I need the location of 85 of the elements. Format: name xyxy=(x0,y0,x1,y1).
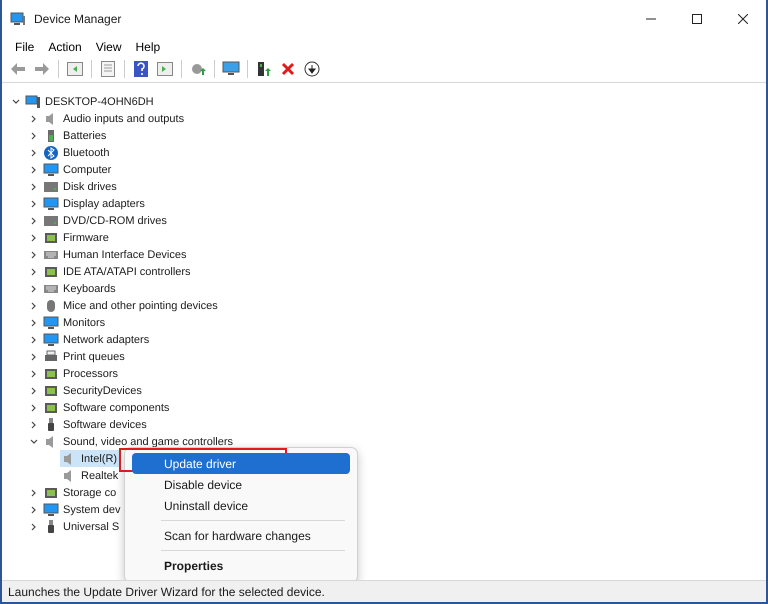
disable-button[interactable] xyxy=(302,59,322,79)
window-icon xyxy=(67,62,83,76)
chevron-right-icon[interactable] xyxy=(30,488,38,496)
context-menu-item[interactable]: Update driver xyxy=(132,453,350,474)
menu-item[interactable]: File xyxy=(8,38,42,56)
tree-item[interactable]: SecurityDevices xyxy=(42,382,145,399)
tree-item[interactable]: Display adapters xyxy=(42,195,148,212)
chevron-right-icon[interactable] xyxy=(30,506,38,514)
menu-item[interactable]: Help xyxy=(128,38,168,56)
help-button[interactable] xyxy=(131,59,151,79)
chevron-right-icon[interactable] xyxy=(30,132,38,140)
chevron-right-icon[interactable] xyxy=(30,216,38,224)
arrow-right-icon xyxy=(34,62,50,76)
device-upload-icon xyxy=(256,61,272,77)
tree-item[interactable]: Computer xyxy=(42,161,114,178)
context-menu-item[interactable]: Properties xyxy=(132,555,350,576)
chevron-down-icon[interactable] xyxy=(30,438,38,446)
tree-item[interactable]: Intel(R) xyxy=(60,450,120,467)
tree-item[interactable]: System dev xyxy=(42,501,124,518)
chevron-right-icon[interactable] xyxy=(30,166,38,174)
chevron-right-icon[interactable] xyxy=(30,386,38,394)
chevron-right-icon[interactable] xyxy=(30,302,38,310)
tree-item[interactable]: Batteries xyxy=(42,127,110,144)
close-icon xyxy=(281,62,295,76)
tree-item[interactable]: DESKTOP-4OHN6DH xyxy=(24,93,157,110)
tree-item[interactable]: Processors xyxy=(42,365,122,382)
tree-item[interactable]: Storage co xyxy=(42,484,120,501)
arrow-left-icon xyxy=(10,62,26,76)
toolbar-button[interactable] xyxy=(155,59,175,79)
context-menu-item[interactable]: Uninstall device xyxy=(132,495,350,516)
tree-item[interactable]: Human Interface Devices xyxy=(42,246,190,263)
tree-item[interactable]: DVD/CD-ROM drives xyxy=(42,212,170,229)
chevron-right-icon[interactable] xyxy=(30,284,38,292)
help-icon xyxy=(134,61,148,77)
chevron-right-icon[interactable] xyxy=(30,522,38,530)
chevron-right-icon[interactable] xyxy=(30,200,38,208)
computer-icon xyxy=(10,11,26,27)
context-menu-item[interactable]: Disable device xyxy=(132,474,350,495)
chevron-right-icon[interactable] xyxy=(30,234,38,242)
window-icon xyxy=(157,62,173,76)
down-arrow-circle-icon xyxy=(304,61,320,77)
chevron-right-icon[interactable] xyxy=(30,148,38,156)
tree-item[interactable]: Software components xyxy=(42,399,172,416)
tree-item[interactable]: Bluetooth xyxy=(42,144,112,161)
tree-item[interactable]: Keyboards xyxy=(42,280,119,297)
chevron-right-icon[interactable] xyxy=(30,420,38,428)
chevron-right-icon[interactable] xyxy=(30,318,38,326)
chevron-right-icon[interactable] xyxy=(30,336,38,344)
window-title: Device Manager xyxy=(34,12,122,26)
monitor-icon xyxy=(43,314,59,330)
chevron-down-icon[interactable] xyxy=(12,98,20,106)
close-icon xyxy=(738,14,748,24)
tree-item[interactable]: Firmware xyxy=(42,229,112,246)
chevron-right-icon[interactable] xyxy=(30,352,38,360)
properties-button[interactable] xyxy=(98,59,118,79)
context-menu-item[interactable]: Scan for hardware changes xyxy=(132,525,350,546)
tree-item[interactable]: Sound, video and game controllers xyxy=(42,433,236,450)
tree-item[interactable]: IDE ATA/ATAPI controllers xyxy=(42,263,194,280)
chevron-right-icon[interactable] xyxy=(30,370,38,378)
monitor-icon xyxy=(43,196,59,212)
computer-icon xyxy=(25,94,41,110)
tree-item[interactable]: Monitors xyxy=(42,314,108,331)
monitor-icon xyxy=(43,162,59,178)
chevron-right-icon[interactable] xyxy=(30,182,38,190)
menu-item[interactable]: View xyxy=(88,38,128,56)
tree-item[interactable]: Realtek xyxy=(60,467,122,484)
maximize-icon xyxy=(692,14,702,24)
monitor-icon xyxy=(43,332,59,348)
tree-item[interactable]: Software devices xyxy=(42,416,150,433)
tree-item[interactable]: Print queues xyxy=(42,348,128,365)
chevron-right-icon[interactable] xyxy=(30,250,38,258)
status-text: Launches the Update Driver Wizard for the selected device. xyxy=(8,584,325,598)
tree-item[interactable]: Mice and other pointing devices xyxy=(42,297,221,314)
tree-item[interactable]: Network adapters xyxy=(42,331,152,348)
document-icon xyxy=(101,61,115,77)
menu-item[interactable]: Action xyxy=(41,38,89,56)
monitor-icon xyxy=(43,502,59,518)
chevron-right-icon[interactable] xyxy=(30,114,38,122)
chevron-right-icon[interactable] xyxy=(30,268,38,276)
chevron-right-icon[interactable] xyxy=(30,404,38,412)
bluetooth-icon xyxy=(43,144,59,160)
tree-item[interactable]: Disk drives xyxy=(42,178,120,195)
tree-item[interactable]: Universal S xyxy=(42,518,122,535)
tree-item[interactable]: Audio inputs and outputs xyxy=(42,110,188,127)
toolbar-button[interactable] xyxy=(65,59,85,79)
